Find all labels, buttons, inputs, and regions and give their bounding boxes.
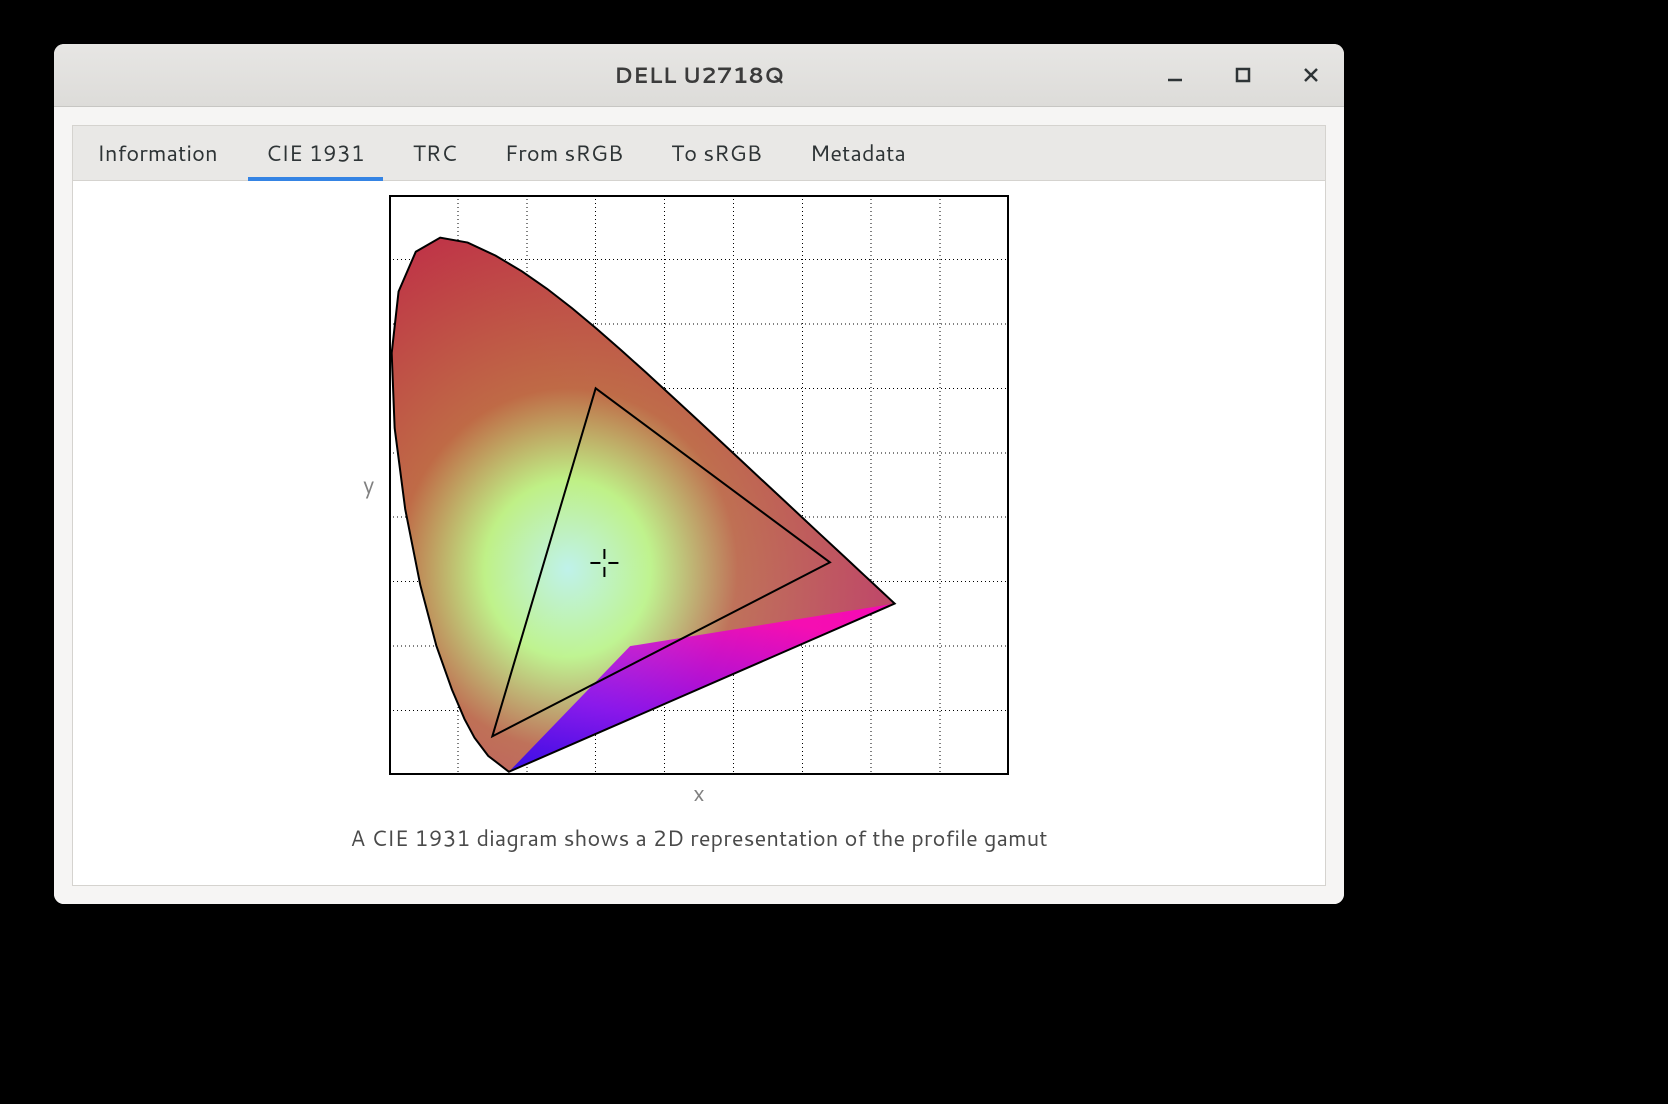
tab-trc[interactable]: TRC <box>389 126 481 180</box>
tab-from-srgb[interactable]: From sRGB <box>481 126 647 180</box>
window: DELL U2718Q Information C <box>54 44 1344 904</box>
minimize-icon <box>1165 65 1185 85</box>
cie-chart: x y <box>389 195 1009 775</box>
y-axis-label: y <box>363 470 374 501</box>
close-button[interactable] <box>1294 58 1328 92</box>
window-controls <box>1158 44 1328 106</box>
tabbar: Information CIE 1931 TRC From sRGB To sR… <box>72 125 1326 181</box>
tab-metadata[interactable]: Metadata <box>786 126 930 180</box>
titlebar: DELL U2718Q <box>54 44 1344 107</box>
spectral-locus <box>392 238 895 772</box>
chart-caption: A CIE 1931 diagram shows a 2D representa… <box>350 823 1047 854</box>
chart-svg <box>389 195 1009 775</box>
maximize-icon <box>1234 66 1252 84</box>
tab-information[interactable]: Information <box>73 126 242 180</box>
window-title: DELL U2718Q <box>614 60 784 91</box>
tab-to-srgb[interactable]: To sRGB <box>647 126 786 180</box>
tab-content: x y A CIE 1931 diagram shows a 2D repres… <box>72 181 1326 886</box>
tab-cie-1931[interactable]: CIE 1931 <box>242 126 389 180</box>
x-axis-label: x <box>693 778 704 809</box>
client-area: Information CIE 1931 TRC From sRGB To sR… <box>54 107 1344 904</box>
maximize-button[interactable] <box>1226 58 1260 92</box>
close-icon <box>1301 65 1321 85</box>
minimize-button[interactable] <box>1158 58 1192 92</box>
